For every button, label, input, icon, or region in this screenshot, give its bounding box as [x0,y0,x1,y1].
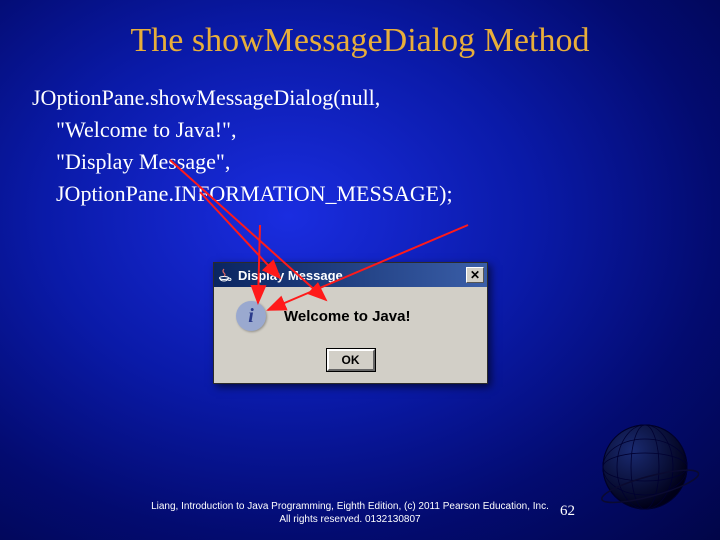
code-example: JOptionPane.showMessageDialog(null, "Wel… [0,60,720,210]
java-cup-icon [217,267,233,283]
slide-title: The showMessageDialog Method [0,0,720,60]
code-line-3: "Display Message", [32,146,720,178]
dialog-body: i Welcome to Java! OK [214,287,487,383]
message-dialog: Display Message ✕ i Welcome to Java! OK [213,262,488,384]
code-line-4: JOptionPane.INFORMATION_MESSAGE); [32,178,720,210]
page-number: 62 [560,503,575,520]
close-button[interactable]: ✕ [466,267,484,283]
titlebar-left: Display Message [217,267,343,283]
dialog-titlebar: Display Message ✕ [214,263,487,287]
code-line-1: JOptionPane.showMessageDialog(null, [32,82,720,114]
dialog-title-text: Display Message [238,268,343,283]
footer-citation: Liang, Introduction to Java Programming,… [0,500,720,526]
dialog-content-row: i Welcome to Java! [226,301,475,331]
code-line-2: "Welcome to Java!", [32,114,720,146]
dialog-message: Welcome to Java! [284,308,410,325]
information-icon: i [236,301,266,331]
ok-button[interactable]: OK [327,349,375,371]
